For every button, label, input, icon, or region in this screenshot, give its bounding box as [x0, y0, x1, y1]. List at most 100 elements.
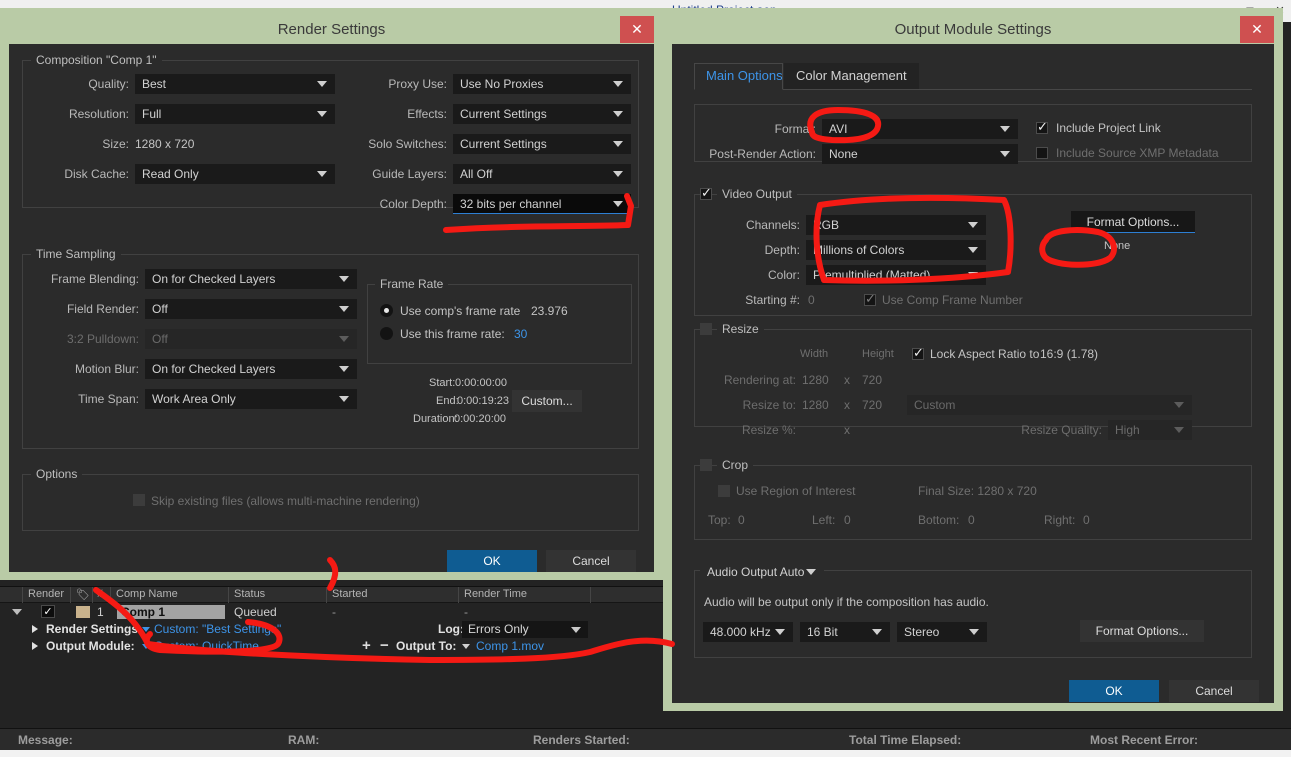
audio-output-mode-dropdown[interactable]: Audio Output Auto: [700, 562, 824, 582]
pulldown-value: Off: [152, 332, 168, 346]
color-depth-dropdown[interactable]: 32 bits per channel: [453, 194, 631, 214]
quality-value: Best: [142, 77, 167, 91]
motion-blur-dropdown[interactable]: On for Checked Layers: [145, 359, 357, 379]
guide-layers-dropdown[interactable]: All Off: [453, 164, 631, 184]
audio-format-options-button[interactable]: Format Options...: [1080, 620, 1204, 642]
output-module-body: Main Options Color Management Format: AV…: [672, 44, 1274, 703]
col-header-render-time[interactable]: Render Time: [464, 588, 527, 600]
audio-channels-dropdown[interactable]: Stereo: [897, 622, 987, 642]
video-output-group-title: Video Output: [717, 187, 797, 201]
video-output-checkbox[interactable]: [700, 185, 712, 201]
crop-checkbox[interactable]: [700, 459, 712, 471]
tab-main-options-frame: [694, 63, 783, 90]
crop-left-label: Left:: [812, 513, 836, 527]
resize-checkbox[interactable]: [700, 323, 712, 335]
guide-layers-value: All Off: [460, 167, 493, 181]
channels-dropdown[interactable]: RGB: [806, 215, 986, 235]
resize-to-width[interactable]: 1280: [802, 398, 829, 412]
format-value: AVI: [829, 122, 848, 136]
post-render-action-dropdown[interactable]: None: [822, 144, 1018, 164]
expand-triangle-icon[interactable]: [12, 609, 22, 615]
col-header-started[interactable]: Started: [332, 588, 367, 600]
starting-number-value[interactable]: 0: [808, 293, 815, 307]
final-size-label: Final Size: 1280 x 720: [918, 484, 1037, 498]
render-settings-preset-caret-icon[interactable]: [142, 627, 150, 632]
output-to-value[interactable]: Comp 1.mov: [476, 639, 544, 653]
format-dropdown[interactable]: AVI: [822, 119, 1018, 139]
use-region-of-interest-checkbox: [718, 485, 730, 497]
time-span-dropdown[interactable]: Work Area Only: [145, 389, 357, 409]
depth-dropdown[interactable]: Millions of Colors: [806, 240, 986, 260]
render-checkbox[interactable]: ✓: [41, 605, 55, 618]
solo-switches-dropdown[interactable]: Current Settings: [453, 134, 631, 154]
lock-aspect-ratio-checkbox[interactable]: [912, 345, 924, 361]
use-comp-frame-number-checkbox: [864, 291, 876, 307]
effects-dropdown[interactable]: Current Settings: [453, 104, 631, 124]
crop-group: [694, 465, 1252, 540]
composition-group-title: Composition "Comp 1": [31, 53, 162, 67]
quality-dropdown[interactable]: Best: [135, 74, 335, 94]
resize-percent-label: Resize %:: [741, 423, 796, 437]
audio-note: Audio will be output only if the composi…: [704, 595, 989, 609]
row-comp-name[interactable]: Comp 1: [117, 605, 225, 619]
proxy-use-dropdown[interactable]: Use No Proxies: [453, 74, 631, 94]
time-span-label: Time Span:: [78, 392, 139, 406]
log-dropdown[interactable]: Errors Only: [462, 621, 588, 638]
resize-quality-dropdown: High: [1108, 420, 1192, 440]
disk-cache-dropdown[interactable]: Read Only: [135, 164, 335, 184]
resolution-dropdown[interactable]: Full: [135, 104, 335, 124]
audio-bit-depth-dropdown[interactable]: 16 Bit: [800, 622, 890, 642]
tab-color-management[interactable]: Color Management: [784, 63, 919, 89]
color-dropdown[interactable]: Premultiplied (Matted): [806, 265, 986, 285]
render-settings-ok-button[interactable]: OK: [447, 550, 537, 572]
add-output-module-button[interactable]: +: [362, 637, 371, 654]
output-module-preset-caret-icon[interactable]: [142, 644, 150, 649]
label-color-swatch[interactable]: [76, 606, 90, 618]
col-header-status[interactable]: Status: [234, 588, 265, 600]
frame-blending-dropdown[interactable]: On for Checked Layers: [145, 269, 357, 289]
render-settings-close-button[interactable]: ✕: [620, 16, 654, 43]
rendering-at-label: Rendering at:: [723, 373, 796, 387]
custom-time-span-button[interactable]: Custom...: [512, 390, 582, 412]
disk-cache-value: Read Only: [142, 167, 199, 181]
status-most-recent-error-label: Most Recent Error:: [1090, 733, 1199, 747]
audio-sample-rate-dropdown[interactable]: 48.000 kHz: [703, 622, 793, 642]
rendering-at-x: x: [844, 373, 850, 387]
include-project-link-checkbox[interactable]: [1036, 119, 1048, 135]
use-this-frame-rate-label: Use this frame rate:: [400, 327, 505, 341]
resize-preset-dropdown: Custom: [907, 395, 1192, 415]
col-header-comp-name[interactable]: Comp Name: [116, 588, 178, 600]
field-render-dropdown[interactable]: Off: [145, 299, 357, 319]
comp-frame-rate-value: 23.976: [531, 304, 568, 318]
include-xmp-metadata-checkbox[interactable]: [1036, 147, 1048, 159]
post-render-action-value: None: [829, 147, 858, 161]
col-header-hash[interactable]: #: [97, 588, 103, 600]
resize-to-label: Resize to:: [742, 398, 796, 412]
use-this-frame-rate-radio[interactable]: [380, 327, 393, 340]
starting-number-label: Starting #:: [745, 293, 800, 307]
render-settings-dialog: Render Settings ✕ Composition "Comp 1" Q…: [0, 8, 663, 580]
depth-label: Depth:: [764, 243, 800, 257]
lock-aspect-ratio-label: Lock Aspect Ratio to: [930, 347, 1040, 361]
output-module-close-button[interactable]: ✕: [1240, 16, 1274, 43]
start-value: 0:00:00:00: [455, 377, 507, 389]
expand-render-settings-icon[interactable]: [32, 625, 38, 633]
video-format-options-button[interactable]: Format Options...: [1071, 211, 1195, 233]
expand-output-module-icon[interactable]: [32, 642, 38, 650]
render-settings-cancel-button[interactable]: Cancel: [546, 550, 636, 572]
use-comp-frame-rate-radio[interactable]: [380, 304, 393, 317]
this-frame-rate-value[interactable]: 30: [514, 327, 527, 341]
output-module-value[interactable]: Custom: QuickTime: [154, 639, 259, 653]
effects-value: Current Settings: [460, 107, 547, 121]
remove-output-module-button[interactable]: −: [380, 637, 389, 654]
output-to-caret-icon[interactable]: [462, 644, 470, 649]
frame-blending-label: Frame Blending:: [50, 272, 139, 286]
output-module-ok-button[interactable]: OK: [1069, 680, 1159, 702]
solo-switches-label: Solo Switches:: [368, 137, 447, 151]
col-header-render[interactable]: Render: [28, 588, 64, 600]
resize-to-height[interactable]: 720: [862, 398, 882, 412]
pulldown-label: 3:2 Pulldown:: [66, 332, 139, 346]
output-module-cancel-button[interactable]: Cancel: [1169, 680, 1259, 702]
crop-left-value: 0: [844, 513, 851, 527]
render-settings-value[interactable]: Custom: "Best Settings": [154, 622, 281, 636]
